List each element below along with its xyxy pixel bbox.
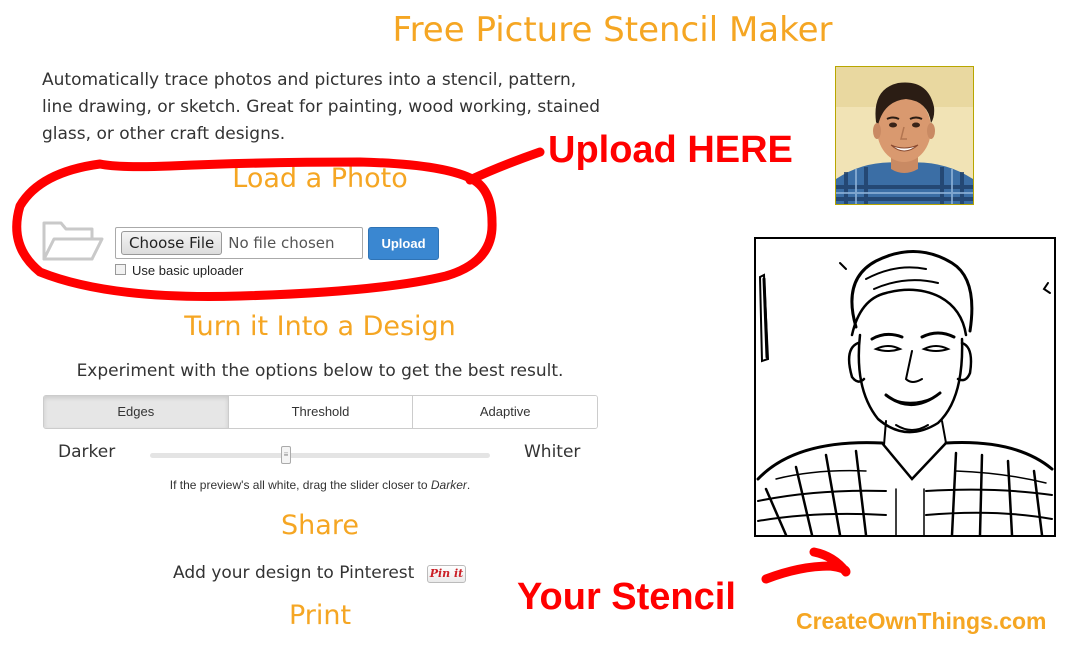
circle-tail-annotation <box>465 147 545 185</box>
your-stencil-annotation: Your Stencil <box>517 576 736 618</box>
circle-annotation <box>12 157 497 301</box>
stencil-arrow-annotation <box>761 547 851 584</box>
annotation-overlay <box>12 147 851 584</box>
site-credit: CreateOwnThings.com <box>796 608 1047 634</box>
upload-here-annotation: Upload HERE <box>548 129 793 171</box>
